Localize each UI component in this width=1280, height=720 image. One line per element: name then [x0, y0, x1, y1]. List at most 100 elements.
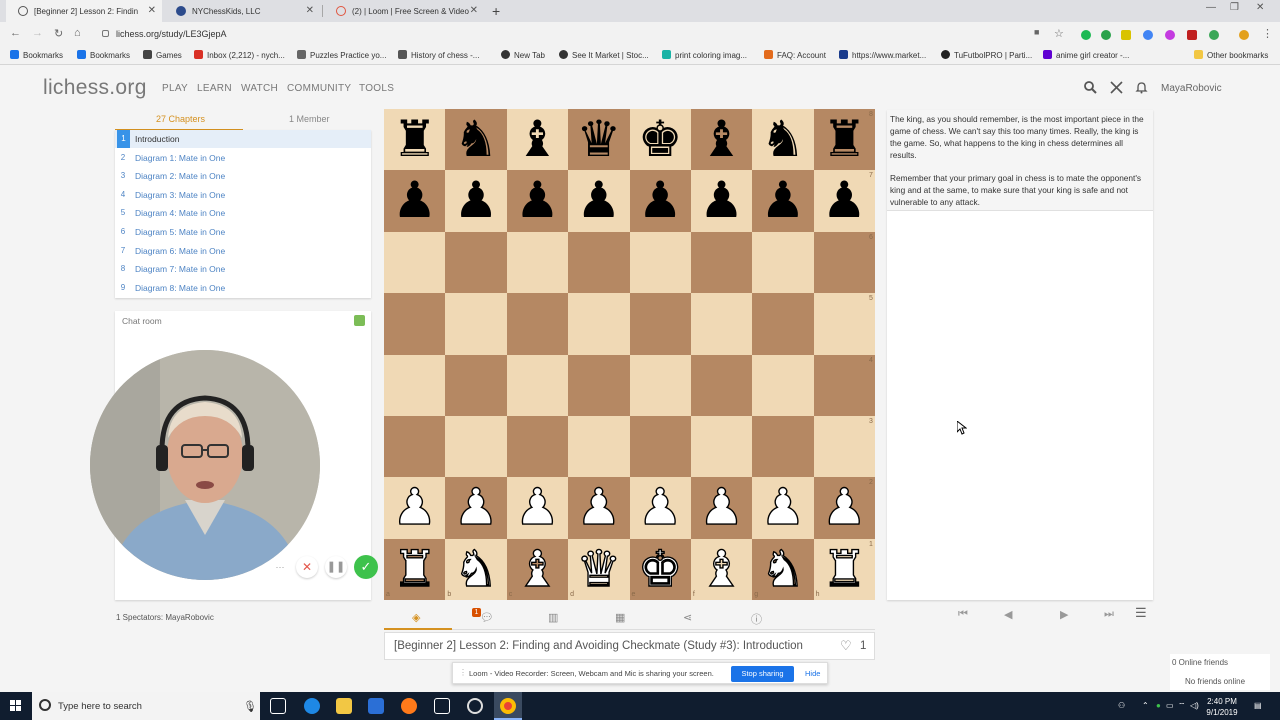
chapter-item[interactable]: 6 Diagram 5: Mate in One: [115, 223, 371, 241]
battery-icon[interactable]: ▭: [1166, 701, 1174, 710]
chrome-taskbar-button[interactable]: [494, 692, 522, 720]
challenge-icon[interactable]: [1110, 81, 1123, 97]
board-square-f6[interactable]: [690, 231, 753, 294]
board-square-d4[interactable]: [568, 354, 630, 416]
new-tab-icon[interactable]: +: [492, 3, 500, 19]
user-menu[interactable]: MayaRobovic: [1161, 83, 1222, 94]
bookmark-item[interactable]: New Tab: [501, 50, 545, 60]
bookmark-item[interactable]: TuFutbolPRO | Parti...: [941, 50, 1032, 60]
forward-icon[interactable]: →: [32, 27, 43, 39]
black-bishop-icon[interactable]: ♝: [691, 109, 752, 170]
bell-icon[interactable]: [1135, 81, 1148, 97]
bookmark-folder[interactable]: Other bookmarks: [1194, 50, 1268, 60]
close-icon[interactable]: ✕: [148, 5, 156, 16]
reload-icon[interactable]: ↻: [54, 27, 63, 40]
white-king-icon[interactable]: ♚: [630, 539, 691, 600]
browser-tab-loom[interactable]: (2) | Loom | Free Screen & Video ✕: [324, 0, 484, 22]
minimize-icon[interactable]: —: [1206, 2, 1216, 13]
chapter-item[interactable]: 3 Diagram 2: Mate in One: [115, 167, 371, 185]
taskbar-clock[interactable]: 2:40 PM 9/1/2019: [1200, 696, 1244, 718]
obs-icon[interactable]: [467, 698, 483, 714]
black-queen-icon[interactable]: ♛: [568, 109, 629, 170]
board-square-e3[interactable]: [629, 415, 691, 478]
windows-start-icon[interactable]: [10, 700, 22, 712]
chapter-item[interactable]: 4 Diagram 3: Mate in One: [115, 186, 371, 204]
camera-icon[interactable]: ■: [1034, 27, 1039, 37]
firefox-icon[interactable]: [401, 698, 417, 714]
drag-handle-icon[interactable]: ⋮: [459, 668, 467, 677]
black-pawn-icon[interactable]: ♟: [507, 170, 568, 231]
nav-tools[interactable]: TOOLS: [359, 83, 394, 94]
white-bishop-icon[interactable]: ♝: [507, 539, 568, 600]
chapter-item[interactable]: 2 Diagram 1: Mate in One: [115, 149, 371, 167]
board-square-a6[interactable]: [384, 231, 446, 294]
browser-tab-nychesskids[interactable]: NYChessKids, LLC ✕: [164, 0, 320, 22]
black-pawn-icon[interactable]: ♟: [445, 170, 506, 231]
back-icon[interactable]: ←: [10, 27, 21, 39]
bookmark-item[interactable]: FAQ: Account: [764, 50, 826, 60]
board-square-e4[interactable]: [629, 354, 691, 416]
white-rook-icon[interactable]: ♜: [384, 539, 445, 600]
board-square-g4[interactable]: [752, 354, 814, 416]
url-input[interactable]: lichess.org/study/LE3GjepA: [94, 25, 1030, 44]
board-square-g3[interactable]: [752, 415, 814, 478]
home-icon[interactable]: ⌂: [74, 27, 81, 39]
close-icon[interactable]: ✕: [470, 5, 478, 16]
nav-learn[interactable]: LEARN: [197, 83, 232, 94]
menu-icon[interactable]: ☰: [1135, 605, 1147, 621]
close-icon[interactable]: ✕: [306, 5, 314, 16]
board-square-b6[interactable]: [445, 231, 507, 294]
board-square-g5[interactable]: [752, 293, 814, 355]
close-window-icon[interactable]: ✕: [1256, 2, 1264, 13]
bookmark-item[interactable]: print coloring imag...: [662, 50, 747, 60]
tab-members[interactable]: 1 Member: [289, 114, 330, 124]
bookmark-item[interactable]: See It Market | Stoc...: [559, 50, 649, 60]
white-pawn-icon[interactable]: ♟: [507, 477, 568, 538]
bookmark-item[interactable]: https://www.market...: [839, 50, 926, 60]
board-square-h5[interactable]: [813, 293, 875, 355]
black-king-icon[interactable]: ♚: [630, 109, 691, 170]
friends-box[interactable]: 0 Online friends No friends online: [1170, 654, 1270, 690]
white-knight-icon[interactable]: ♞: [752, 539, 813, 600]
pause-icon[interactable]: ❚❚: [325, 556, 347, 578]
profile-icon[interactable]: [1239, 30, 1249, 40]
microphone-icon[interactable]: 🎙︎: [243, 700, 257, 713]
extension-icon[interactable]: [1165, 30, 1175, 40]
white-rook-icon[interactable]: ♜: [814, 539, 875, 600]
board-square-h4[interactable]: [813, 354, 875, 416]
last-move-icon[interactable]: ⏭: [1104, 608, 1114, 621]
chapter-item[interactable]: 5 Diagram 4: Mate in One: [115, 204, 371, 222]
white-pawn-icon[interactable]: ♟: [568, 477, 629, 538]
edge-icon[interactable]: [304, 698, 320, 714]
ublock-icon[interactable]: [1187, 30, 1197, 40]
board-square-f5[interactable]: [690, 293, 753, 355]
board-square-h6[interactable]: [813, 231, 875, 294]
chapter-item[interactable]: 7 Diagram 6: Mate in One: [115, 242, 371, 260]
cancel-recording-icon[interactable]: ✕: [296, 556, 318, 578]
chart-icon[interactable]: ▥: [548, 611, 558, 624]
white-knight-icon[interactable]: ♞: [445, 539, 506, 600]
bookmark-item[interactable]: History of chess -...: [398, 50, 479, 60]
bookmark-item[interactable]: Puzzles Practice yo...: [297, 50, 386, 60]
tab-chapters[interactable]: 27 Chapters: [156, 114, 205, 124]
board-square-c3[interactable]: [506, 415, 569, 478]
chess-board[interactable]: ♜ ♞ ♝ ♛ ♚ ♝ ♞ ♜ ♟ ♟ ♟ ♟ ♟ ♟ ♟ ♟ ♟ ♟ ♟ ♟ ♟ ♟ ♟ ♟ ♜ ♞ ♝ ♛ ♚ ♝ ♞ ♜ 8 7 6 5 4 3 2 1…: [384, 109, 875, 600]
prev-move-icon[interactable]: ◀: [1004, 608, 1012, 621]
black-pawn-icon[interactable]: ♟: [752, 170, 813, 231]
board-square-c6[interactable]: [506, 231, 569, 294]
finish-recording-icon[interactable]: ✓: [354, 555, 378, 579]
hide-button[interactable]: Hide: [805, 669, 820, 678]
black-pawn-icon[interactable]: ♟: [630, 170, 691, 231]
bookmark-item[interactable]: Games: [143, 50, 182, 60]
black-pawn-icon[interactable]: ♟: [691, 170, 752, 231]
board-square-a3[interactable]: [384, 415, 446, 478]
notification-center-icon[interactable]: ▤: [1254, 701, 1262, 710]
volume-icon[interactable]: ◁): [1190, 701, 1199, 710]
heart-icon[interactable]: ♡: [840, 638, 852, 654]
extension-icon[interactable]: [1209, 30, 1219, 40]
white-queen-icon[interactable]: ♛: [568, 539, 629, 600]
menu-kebab-icon[interactable]: ⋮: [1262, 27, 1273, 40]
bookmark-item[interactable]: Inbox (2,212) - nych...: [194, 50, 285, 60]
white-pawn-icon[interactable]: ♟: [384, 477, 445, 538]
file-explorer-icon[interactable]: [336, 698, 352, 714]
